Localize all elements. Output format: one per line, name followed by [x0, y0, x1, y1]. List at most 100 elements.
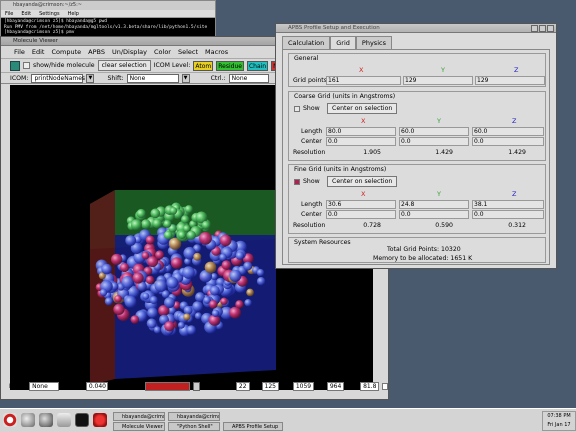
- fine-center-z[interactable]: 0.0: [472, 210, 544, 219]
- show-hide-checkbox[interactable]: [23, 62, 30, 69]
- chevron-down-icon[interactable]: ▼: [181, 73, 190, 83]
- terminal-icon[interactable]: [75, 413, 89, 427]
- spin-checkbox[interactable]: [382, 382, 388, 390]
- minimize-button[interactable]: [531, 25, 538, 32]
- terminal-menu-help[interactable]: Help: [68, 10, 79, 17]
- task-terminal-2[interactable]: hbayanda@crimsc: [168, 412, 220, 421]
- atom-sphere: [177, 230, 187, 240]
- terminal-line: [hbayanda@crimson z5]$ pmv: [4, 30, 75, 35]
- menu-undisplay[interactable]: Un/Display: [112, 48, 147, 56]
- atom-sphere: [104, 297, 113, 306]
- fine-length-y[interactable]: 24.8: [399, 200, 469, 209]
- atom-sphere: [141, 251, 150, 260]
- start-menu-icon[interactable]: [3, 413, 17, 427]
- fine-length-z[interactable]: 38.1: [472, 200, 544, 209]
- fine-center-y[interactable]: 0.0: [399, 210, 469, 219]
- fine-center-button[interactable]: Center on selection: [327, 176, 398, 187]
- atom-sphere: [199, 231, 212, 245]
- level-atom-button[interactable]: Atom: [193, 60, 214, 71]
- axis-x-label: X: [359, 66, 364, 74]
- chevron-down-icon[interactable]: ▼: [86, 73, 95, 83]
- coarse-center-x[interactable]: 0.0: [326, 137, 396, 146]
- menu-macros[interactable]: Macros: [205, 48, 228, 56]
- coarse-center-z[interactable]: 0.0: [472, 137, 544, 146]
- menu-color[interactable]: Color: [154, 48, 171, 56]
- fine-resolution-y: 0.590: [435, 222, 453, 229]
- coarse-length-y[interactable]: 60.0: [399, 127, 469, 136]
- terminal-menu-edit[interactable]: Edit: [21, 10, 31, 17]
- menu-edit[interactable]: Edit: [32, 48, 45, 56]
- shift-select[interactable]: None: [126, 73, 179, 83]
- show-hide-label: show/hide molecule: [33, 62, 95, 69]
- terminal-output[interactable]: [hbayanda@crimson z5]$ hbayanda@g5 pwd Ru…: [1, 18, 215, 37]
- x-label: X:: [226, 382, 233, 390]
- maximize-button[interactable]: [539, 25, 546, 32]
- y-value: 125: [261, 381, 279, 391]
- grid-points-label: Grid points: [293, 77, 327, 84]
- app-launcher-icon[interactable]: [93, 413, 107, 427]
- selection-icon[interactable]: [192, 381, 200, 391]
- coarse-length-x[interactable]: 80.0: [326, 127, 396, 136]
- fine-length-x[interactable]: 30.6: [326, 200, 396, 209]
- menu-select[interactable]: Select: [178, 48, 198, 56]
- tab-physics[interactable]: Physics: [355, 36, 392, 49]
- fine-show-checkbox[interactable]: [294, 179, 300, 185]
- atom-sphere: [145, 235, 155, 245]
- terminal-menu-file[interactable]: File: [5, 10, 13, 17]
- apbs-titlebar[interactable]: APBS Profile Setup and Execution: [276, 24, 556, 33]
- atom-sphere: [192, 301, 203, 312]
- mail-icon[interactable]: [39, 413, 53, 427]
- task-molecule-viewer[interactable]: Molecule Viewer: [113, 422, 165, 431]
- atom-sphere: [177, 321, 185, 329]
- coarse-show-checkbox[interactable]: [294, 106, 300, 112]
- time-label: Time:: [65, 382, 83, 390]
- clock[interactable]: 07:38 PM Fri Jan 17: [542, 411, 576, 431]
- apbs-window[interactable]: APBS Profile Setup and Execution Calcula…: [275, 23, 557, 269]
- menu-compute[interactable]: Compute: [51, 48, 81, 56]
- molecule-tool-icon[interactable]: [10, 60, 20, 71]
- coarse-center-y[interactable]: 0.0: [399, 137, 469, 146]
- grid-points-z[interactable]: 129: [475, 76, 545, 85]
- menu-apbs[interactable]: APBS: [88, 48, 105, 56]
- level-chain-button[interactable]: Chain: [246, 60, 269, 71]
- coarse-resolution-y: 1.429: [435, 149, 453, 156]
- coarse-resolution-x: 1.905: [363, 149, 381, 156]
- coarse-center-button[interactable]: Center on selection: [327, 103, 398, 114]
- axis-x-label: X: [361, 190, 366, 198]
- coarse-show-label: Show: [303, 105, 320, 112]
- atom-sphere: [235, 251, 245, 260]
- terminal-menu-settings[interactable]: Settings: [39, 10, 60, 17]
- atom-sphere: [186, 325, 196, 335]
- system-resources-group: System Resources Total Grid Points: 1032…: [288, 237, 546, 263]
- grid-points-y[interactable]: 129: [403, 76, 473, 85]
- viewer-statusbar: Mod.: None Time: 0.040 Selected: X: 22 Y…: [1, 379, 388, 393]
- ctrl-select[interactable]: None: [228, 73, 269, 83]
- atom-sphere: [194, 312, 202, 320]
- fine-grid-group: Fine Grid (units in Angstroms) Show Cent…: [288, 164, 546, 234]
- atom-sphere: [204, 261, 217, 274]
- menu-file[interactable]: File: [14, 48, 25, 56]
- atom-sphere: [169, 207, 178, 215]
- tab-grid[interactable]: Grid: [330, 36, 356, 50]
- task-terminal-1[interactable]: hbayanda@crimsc: [113, 412, 165, 421]
- tab-calculation[interactable]: Calculation: [282, 36, 331, 49]
- clear-selection-button[interactable]: clear selection: [97, 60, 151, 71]
- coarse-length-z[interactable]: 60.0: [472, 127, 544, 136]
- fine-center-x[interactable]: 0.0: [326, 210, 396, 219]
- level-residue-button[interactable]: Residue: [216, 60, 244, 71]
- terminal-titlebar[interactable]: hbayanda@crimson:~/z5:~: [1, 1, 215, 10]
- atom-sphere: [256, 268, 265, 277]
- atom-sphere: [193, 252, 202, 261]
- grid-points-x[interactable]: 161: [326, 76, 401, 85]
- task-python-shell[interactable]: "Python Shell": [168, 422, 220, 431]
- close-button[interactable]: [547, 25, 554, 32]
- icom-select[interactable]: printNodeNames: [31, 73, 85, 83]
- ctrl-label: Ctrl.:: [210, 74, 226, 82]
- task-apbs[interactable]: APBS Profile Setup: [223, 422, 283, 431]
- text-editor-icon[interactable]: [57, 413, 71, 427]
- browser-icon[interactable]: [21, 413, 35, 427]
- atom-sphere: [111, 253, 123, 266]
- atom-sphere: [147, 256, 159, 268]
- w-label: W:: [281, 382, 290, 390]
- atom-sphere: [211, 309, 220, 317]
